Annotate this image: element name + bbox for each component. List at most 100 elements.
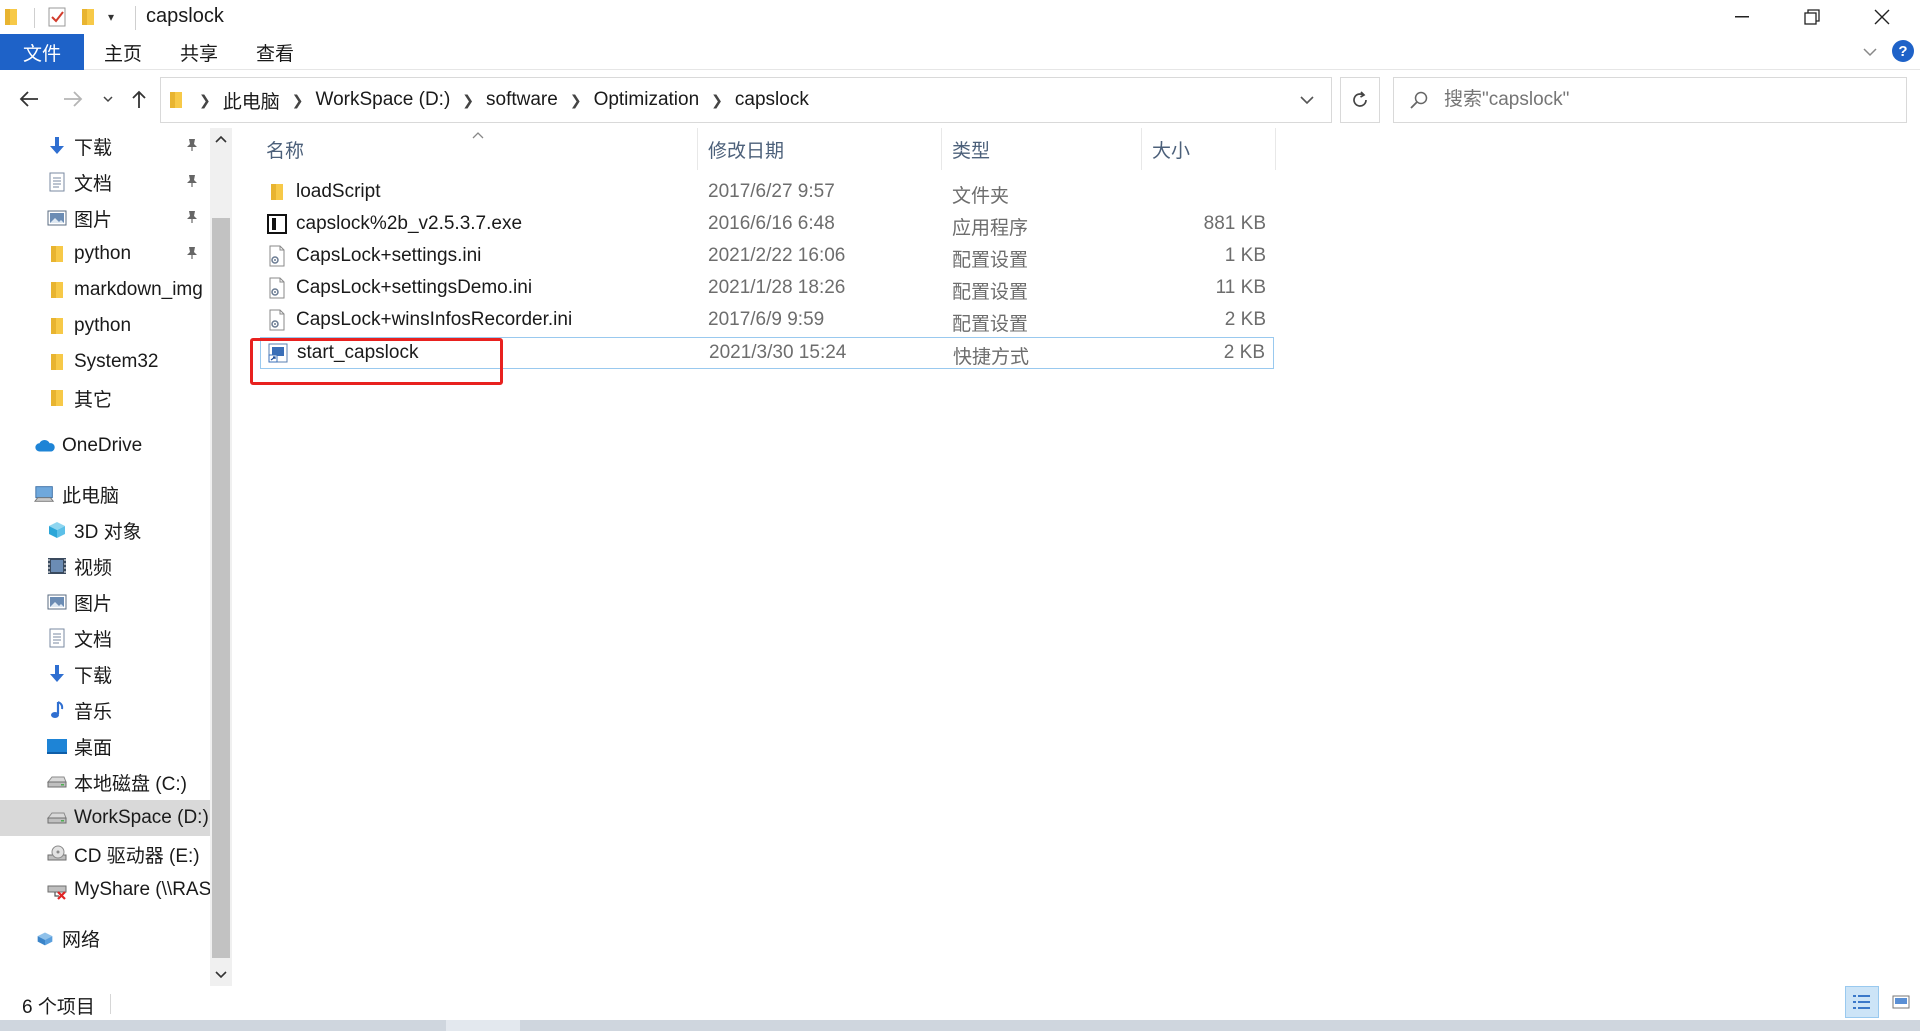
folder-icon: [46, 387, 68, 409]
search-box[interactable]: [1393, 77, 1907, 123]
folder-icon: [266, 181, 288, 203]
details-view-button[interactable]: [1845, 986, 1879, 1018]
nav-item-this-pc-child[interactable]: 下载: [0, 656, 210, 692]
breadcrumb-this-pc[interactable]: 此电脑: [219, 87, 284, 114]
tab-share[interactable]: 共享: [170, 34, 228, 70]
divider: [135, 6, 136, 30]
nav-item-quick-access[interactable]: markdown_img: [0, 272, 210, 308]
nav-item-onedrive[interactable]: OneDrive: [0, 428, 210, 464]
tab-home[interactable]: 主页: [94, 34, 152, 70]
nav-item-this-pc-child[interactable]: 3D 对象: [0, 512, 210, 548]
customize-quick-access-dropdown-icon[interactable]: ▾: [108, 5, 114, 29]
column-header-size[interactable]: 大小: [1142, 128, 1276, 170]
nav-pane-scrollbar[interactable]: [210, 128, 232, 986]
address-bar[interactable]: ❯ 此电脑 ❯ WorkSpace (D:) ❯ software ❯ Opti…: [160, 77, 1332, 123]
breadcrumb-chevron-icon[interactable]: ❯: [284, 92, 312, 109]
nav-item-this-pc-child[interactable]: CD 驱动器 (E:): [0, 836, 210, 872]
column-header-label: 修改日期: [708, 140, 785, 162]
document-icon: [46, 627, 68, 649]
column-header-label: 类型: [952, 140, 991, 162]
refresh-icon: [1353, 91, 1367, 107]
file-row[interactable]: CapsLock+settingsDemo.ini 2021/1/28 18:26…: [260, 273, 1274, 305]
nav-item-label: 音乐: [74, 701, 113, 723]
scroll-down-arrow-icon[interactable]: [210, 964, 232, 986]
nav-item-quick-access[interactable]: 图片: [0, 200, 210, 236]
folder-icon: [46, 243, 68, 265]
new-folder-icon[interactable]: [80, 5, 96, 29]
file-size: 881 KB: [1203, 213, 1266, 234]
refresh-button[interactable]: [1340, 77, 1380, 123]
nav-item-this-pc-child[interactable]: WorkSpace (D:): [0, 800, 210, 836]
large-icons-view-button[interactable]: [1884, 986, 1918, 1018]
column-header-name[interactable]: 名称: [232, 128, 698, 170]
navigation-pane: 下载 文档 图片 python markdown_img python System32 其它…: [0, 128, 232, 986]
nav-item-this-pc-child[interactable]: 本地磁盘 (C:): [0, 764, 210, 800]
file-modified: 2021/1/28 18:26: [708, 277, 846, 298]
address-folder-icon: [169, 90, 183, 110]
nav-item-this-pc-child[interactable]: 文档: [0, 620, 210, 656]
file-row[interactable]: CapsLock+settings.ini 2021/2/22 16:06 配置设置…: [260, 241, 1274, 273]
breadcrumb-chevron-icon[interactable]: ❯: [562, 92, 590, 109]
file-row[interactable]: loadScript 2017/6/27 9:57 文件夹: [260, 177, 1274, 209]
tab-view[interactable]: 查看: [246, 34, 304, 70]
nav-item-quick-access[interactable]: python: [0, 236, 210, 272]
column-header-type[interactable]: 类型: [942, 128, 1142, 170]
breadcrumb-software[interactable]: software: [482, 89, 562, 111]
breadcrumb-optimization[interactable]: Optimization: [590, 89, 704, 111]
restore-button[interactable]: [1782, 0, 1842, 34]
search-input[interactable]: [1444, 89, 1884, 111]
breadcrumb-chevron-icon[interactable]: ❯: [703, 92, 731, 109]
nav-item-network[interactable]: 网络: [0, 920, 210, 956]
forward-arrow-icon[interactable]: [56, 84, 90, 114]
nav-item-label: System32: [74, 351, 159, 372]
file-type: 配置设置: [952, 250, 1029, 271]
breadcrumb-chevron-icon[interactable]: ❯: [191, 92, 219, 109]
column-header-label: 名称: [266, 140, 305, 162]
nav-item-quick-access[interactable]: 下载: [0, 128, 210, 164]
pictures-icon: [46, 591, 68, 613]
scrollbar-thumb[interactable]: [212, 218, 230, 958]
file-name: CapsLock+settings.ini: [296, 245, 482, 266]
breadcrumb-chevron-icon[interactable]: ❯: [454, 92, 482, 109]
back-arrow-icon[interactable]: [12, 84, 46, 114]
nav-item-label: 文档: [74, 629, 113, 651]
recent-locations-dropdown-icon[interactable]: [98, 84, 118, 114]
up-arrow-icon[interactable]: [124, 84, 154, 114]
address-history-chevron-down-icon[interactable]: [1283, 78, 1331, 122]
pin-icon: [186, 246, 198, 263]
window-title: capslock: [146, 5, 224, 27]
nav-item-this-pc[interactable]: 此电脑: [0, 476, 210, 512]
nav-item-this-pc-child[interactable]: 音乐: [0, 692, 210, 728]
nav-item-this-pc-child[interactable]: MyShare (\\RAS: [0, 872, 210, 908]
breadcrumb-workspace-d[interactable]: WorkSpace (D:): [311, 89, 454, 111]
scroll-up-arrow-icon[interactable]: [210, 128, 232, 150]
navigation-bar: ❯ 此电脑 ❯ WorkSpace (D:) ❯ software ❯ Opti…: [0, 70, 1920, 128]
tab-file[interactable]: 文件: [0, 34, 84, 70]
pictures-icon: [46, 207, 68, 229]
taskbar-highlight: [446, 1020, 520, 1031]
nav-item-this-pc-child[interactable]: 桌面: [0, 728, 210, 764]
nav-item-label: 下载: [74, 665, 113, 687]
help-icon[interactable]: ?: [1892, 40, 1914, 62]
title-bar: ▾ capslock: [0, 0, 1920, 34]
exe-icon: [266, 213, 288, 235]
properties-checkmark-icon[interactable]: [46, 5, 68, 29]
nav-item-this-pc-child[interactable]: 图片: [0, 584, 210, 620]
onedrive-icon: [34, 435, 56, 457]
folder-icon: [46, 315, 68, 337]
nav-item-this-pc-child[interactable]: 视频: [0, 548, 210, 584]
column-header-modified[interactable]: 修改日期: [698, 128, 942, 170]
close-button[interactable]: [1852, 0, 1912, 34]
nav-item-quick-access[interactable]: 其它: [0, 380, 210, 416]
minimize-button[interactable]: [1712, 0, 1772, 34]
breadcrumb-capslock[interactable]: capslock: [731, 89, 813, 111]
file-row[interactable]: capslock%2b_v2.5.3.7.exe 2016/6/16 6:48 应用…: [260, 209, 1274, 241]
nav-item-quick-access[interactable]: System32: [0, 344, 210, 380]
file-row[interactable]: CapsLock+winsInfosRecorder.ini 2017/6/9 9…: [260, 305, 1274, 337]
expand-ribbon-chevron-icon[interactable]: [1858, 40, 1882, 64]
column-header-label: 大小: [1152, 140, 1191, 162]
video-icon: [46, 555, 68, 577]
search-icon: [1394, 90, 1444, 110]
nav-item-quick-access[interactable]: python: [0, 308, 210, 344]
nav-item-quick-access[interactable]: 文档: [0, 164, 210, 200]
